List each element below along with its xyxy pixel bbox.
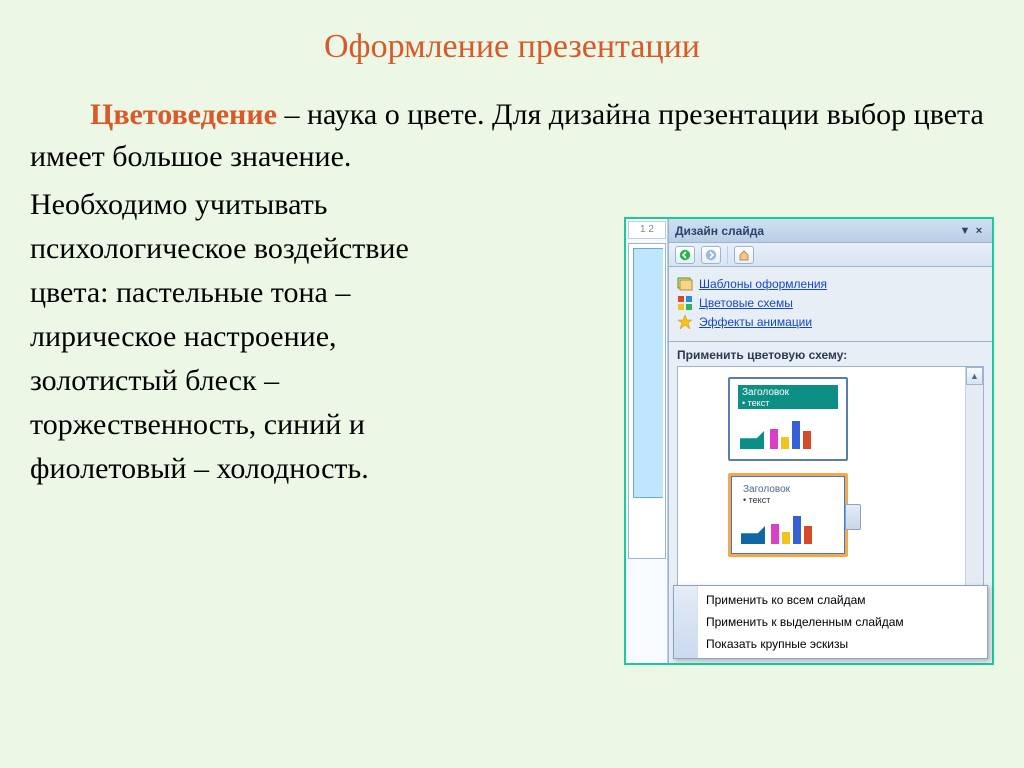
color-scheme-thumbnail-selected[interactable]: Заголовок • текст: [728, 473, 848, 557]
mini-bar-chart: [770, 419, 811, 449]
taskpane-links: Шаблоны оформления Цветовые схемы Эффект…: [669, 267, 992, 342]
line: лирическое настроение,: [30, 316, 615, 358]
menu-apply-selected-slides[interactable]: Применить к выделенным слайдам: [674, 611, 987, 633]
line: фиолетовый – холодность.: [30, 448, 615, 490]
color-schemes-icon: [677, 295, 693, 311]
link-animation-effects[interactable]: Эффекты анимации: [677, 314, 984, 330]
taskpane-menu-dropdown[interactable]: ▼: [958, 225, 972, 237]
line: психологическое воздействие: [30, 228, 615, 270]
templates-icon: [677, 276, 693, 292]
color-scheme-thumbnail[interactable]: Заголовок • текст: [728, 377, 848, 461]
taskpane-screenshot: 1 2 Дизайн слайда ▼ ×: [624, 217, 994, 665]
nav-back-button[interactable]: [675, 246, 695, 264]
line: торжественность, синий и: [30, 404, 615, 446]
menu-apply-all-slides[interactable]: Применить ко всем слайдам: [674, 589, 987, 611]
menu-show-large-previews[interactable]: Показать крупные эскизы: [674, 633, 987, 655]
context-menu: Применить ко всем слайдам Применить к вы…: [673, 585, 988, 659]
line: Необходимо учитывать: [30, 184, 615, 226]
followup-paragraph: Необходимо учитывать психологическое воз…: [30, 184, 615, 490]
nav-home-button[interactable]: [734, 246, 754, 264]
scroll-up-button[interactable]: ▲: [966, 367, 983, 385]
mini-bar-chart: [771, 514, 812, 544]
taskpane-title-text: Дизайн слайда: [675, 224, 764, 238]
design-taskpane: Дизайн слайда ▼ × Шаблоны оформления: [668, 219, 992, 663]
animation-icon: [677, 314, 693, 330]
term-highlighted: Цветоведение: [90, 98, 277, 131]
link-label: Шаблоны оформления: [699, 277, 827, 291]
ruler-fragment: 1 2: [628, 221, 666, 239]
link-color-schemes[interactable]: Цветовые схемы: [677, 295, 984, 311]
slide-edge-sliver: 1 2: [626, 219, 668, 663]
close-icon[interactable]: ×: [972, 225, 986, 237]
line: золотистый блеск –: [30, 360, 615, 402]
slide-canvas-edge: [628, 243, 666, 559]
intro-paragraph: Цветоведение – наука о цвете. Для дизайн…: [30, 94, 990, 178]
link-label: Цветовые схемы: [699, 296, 793, 310]
scheme-header: Заголовок • текст: [739, 482, 837, 504]
link-label: Эффекты анимации: [699, 315, 812, 329]
link-design-templates[interactable]: Шаблоны оформления: [677, 276, 984, 292]
taskpane-titlebar: Дизайн слайда ▼ ×: [669, 219, 992, 243]
apply-scheme-label: Применить цветовую схему:: [669, 342, 992, 366]
scheme-header: Заголовок • текст: [738, 385, 838, 409]
line: цвета: пастельные тона –: [30, 272, 615, 314]
slide-title: Оформление презентации: [0, 0, 1024, 66]
taskpane-nav: [669, 243, 992, 267]
nav-forward-button[interactable]: [701, 246, 721, 264]
arrow-shape-icon: [740, 431, 764, 449]
arrow-shape-icon: [741, 526, 765, 544]
